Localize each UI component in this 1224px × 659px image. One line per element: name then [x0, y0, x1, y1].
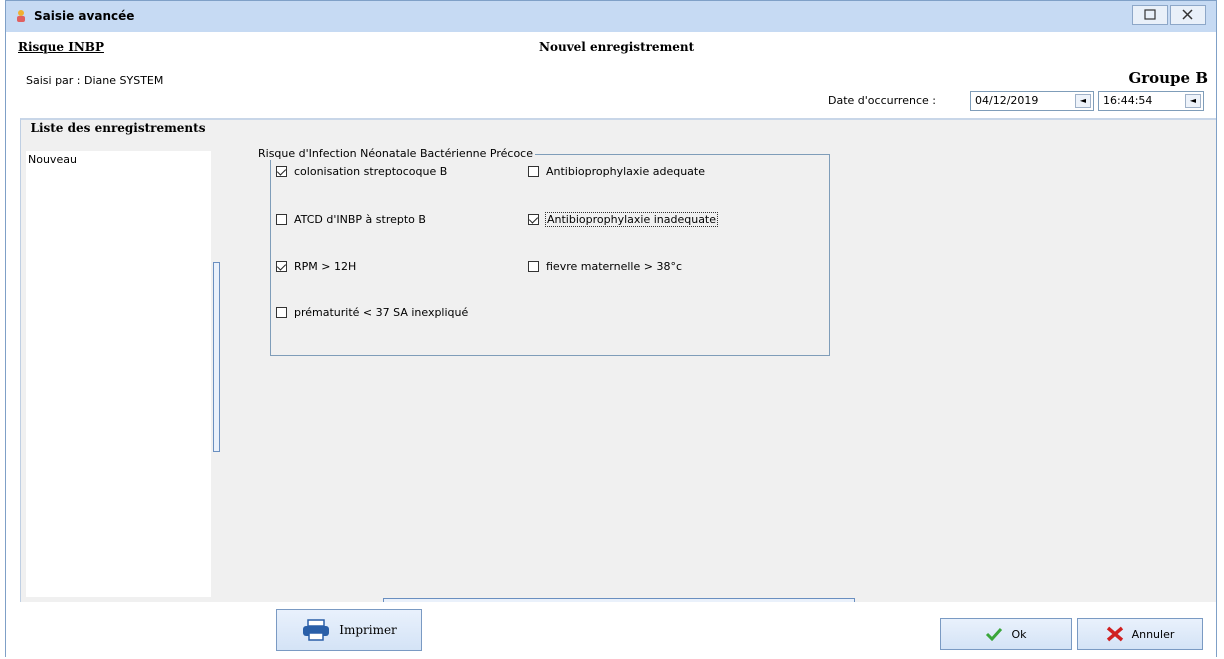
maximize-button[interactable]	[1132, 5, 1168, 25]
inbp-risk-groupbox	[270, 154, 830, 356]
group-label: Groupe B	[1128, 69, 1208, 87]
checkbox-rpm-12h[interactable]: RPM > 12H	[276, 260, 356, 273]
record-title: Nouvel enregistrement	[539, 40, 695, 54]
checkbox-box[interactable]	[276, 214, 287, 225]
maximize-icon	[1144, 9, 1156, 20]
app-icon	[17, 10, 25, 22]
time-input[interactable]: 16:44:54 ◄	[1098, 91, 1204, 111]
check-icon	[986, 627, 1003, 641]
printer-icon	[303, 619, 330, 641]
checkbox-antibioprophylaxie-inadequate[interactable]: Antibioprophylaxie inadequate	[528, 212, 719, 227]
checkbox-box[interactable]	[276, 307, 287, 318]
time-value: 16:44:54	[1103, 94, 1153, 107]
checkbox-box[interactable]	[276, 261, 287, 272]
checkbox-prematurite[interactable]: prématurité < 37 SA inexpliqué	[276, 306, 468, 319]
ok-label: Ok	[1011, 627, 1027, 641]
cross-icon	[1106, 626, 1123, 642]
time-dropdown-button[interactable]: ◄	[1185, 94, 1201, 108]
checkbox-box[interactable]	[528, 166, 539, 177]
checkbox-box[interactable]	[528, 261, 539, 272]
checkbox-fievre-maternelle[interactable]: fievre maternelle > 38°c	[528, 260, 682, 273]
checkbox-label: fievre maternelle > 38°c	[546, 260, 682, 273]
vertical-splitter-handle[interactable]	[213, 262, 220, 452]
date-value: 04/12/2019	[975, 94, 1039, 107]
checkbox-box[interactable]	[276, 166, 287, 177]
ok-button[interactable]: Ok	[940, 618, 1072, 650]
list-item[interactable]: Nouveau	[28, 153, 77, 166]
date-label: Date d'occurrence :	[828, 94, 936, 107]
records-list-heading: Liste des enregistrements	[30, 121, 206, 135]
checkbox-label: Antibioprophylaxie inadequate	[544, 212, 719, 227]
checkbox-label: prématurité < 37 SA inexpliqué	[294, 306, 469, 319]
saisie-avancee-window: Saisie avancée Risque INBP Nouvel enregi…	[5, 0, 1217, 657]
checkbox-label: colonisation streptocoque B	[294, 165, 448, 178]
footer-bar: Imprimer Ok Annuler	[6, 602, 1216, 657]
close-button[interactable]	[1170, 5, 1206, 25]
groupbox-legend: Risque d'Infection Néonatale Bactérienne…	[256, 147, 535, 160]
record-header: Risque INBP Nouvel enregistrement Saisi …	[6, 32, 1216, 118]
window-title: Saisie avancée	[34, 9, 135, 23]
date-dropdown-button[interactable]: ◄	[1075, 94, 1091, 108]
cancel-button[interactable]: Annuler	[1077, 618, 1203, 650]
checkbox-label: RPM > 12H	[294, 260, 357, 273]
checkbox-atcd-inbp-strepto-b[interactable]: ATCD d'INBP à strepto B	[276, 213, 426, 226]
checkbox-label: Antibioprophylaxie adequate	[546, 165, 705, 178]
checkbox-antibioprophylaxie-adequate[interactable]: Antibioprophylaxie adequate	[528, 165, 705, 178]
print-button[interactable]: Imprimer	[276, 609, 422, 651]
close-icon	[1182, 9, 1193, 20]
cancel-label: Annuler	[1131, 627, 1175, 641]
checkbox-label: ATCD d'INBP à strepto B	[294, 213, 426, 226]
checkbox-box[interactable]	[528, 214, 539, 225]
entered-by: Saisi par : Diane SYSTEM	[26, 74, 164, 87]
title-bar[interactable]: Saisie avancée	[6, 1, 1216, 33]
print-label: Imprimer	[339, 623, 397, 637]
records-list[interactable]: Nouveau	[26, 151, 211, 597]
date-input[interactable]: 04/12/2019 ◄	[970, 91, 1094, 111]
content-area: Liste des enregistrements Nouveau Risque…	[20, 118, 1216, 604]
risk-title: Risque INBP	[18, 40, 104, 54]
checkbox-colonisation-streptocoque-b[interactable]: colonisation streptocoque B	[276, 165, 447, 178]
